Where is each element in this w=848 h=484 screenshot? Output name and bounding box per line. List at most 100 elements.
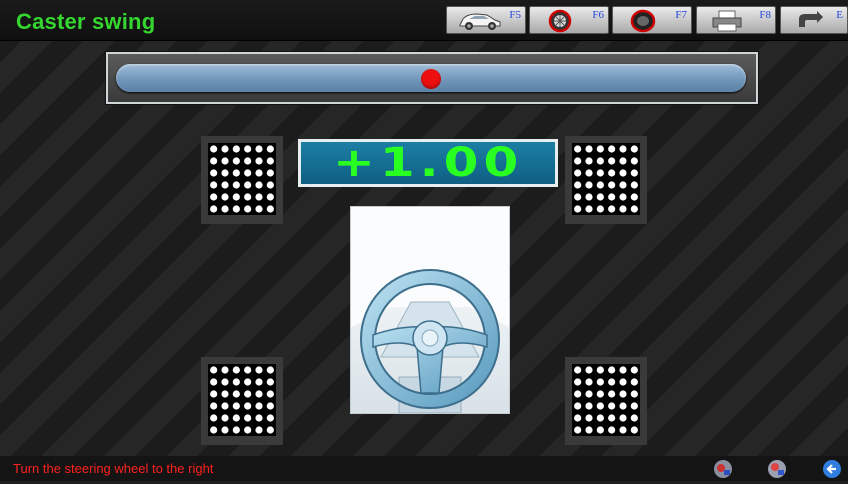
target-dot — [232, 402, 240, 410]
target-dot — [266, 366, 274, 374]
target-dot — [630, 181, 638, 189]
target-dot — [596, 414, 604, 422]
target-dot — [221, 402, 229, 410]
target-dot — [210, 414, 218, 422]
f6-button[interactable]: F6 — [529, 6, 609, 34]
target-dot — [585, 414, 593, 422]
target-dot — [266, 193, 274, 201]
target-dot — [619, 169, 627, 177]
wheel-settings-button[interactable] — [713, 459, 733, 479]
target-dot — [596, 205, 604, 213]
instruction-text: Turn the steering wheel to the right — [13, 461, 214, 476]
target-dot — [630, 205, 638, 213]
target-dot — [608, 366, 616, 374]
target-dot — [221, 414, 229, 422]
target-dot — [221, 390, 229, 398]
target-dot — [585, 145, 593, 153]
target-dot — [619, 366, 627, 374]
target-dot — [210, 157, 218, 165]
target-dot — [232, 145, 240, 153]
target-dot — [608, 402, 616, 410]
target-dot — [630, 366, 638, 374]
target-dot — [630, 145, 638, 153]
target-dot — [585, 390, 593, 398]
target-dot — [630, 402, 638, 410]
target-dot — [596, 426, 604, 434]
target-dot — [266, 169, 274, 177]
return-icon — [823, 460, 841, 478]
target-dot — [244, 426, 252, 434]
f8-button[interactable]: F8 — [696, 6, 776, 34]
target-dot — [596, 157, 604, 165]
workspace-background: Caster swing F5 F6 F7 F8 E +1.00 Turn th… — [0, 0, 848, 481]
return-button[interactable] — [822, 459, 842, 479]
target-dot — [266, 205, 274, 213]
target-dot — [244, 157, 252, 165]
target-dot — [255, 390, 263, 398]
target-dot — [210, 145, 218, 153]
target-dot — [619, 181, 627, 189]
target-dot — [221, 205, 229, 213]
f5-button[interactable]: F5 — [446, 6, 526, 34]
swing-indicator — [421, 69, 441, 89]
target-dot — [596, 366, 604, 374]
target-dot — [630, 169, 638, 177]
target-dot — [221, 193, 229, 201]
target-dot — [210, 402, 218, 410]
f7-button[interactable]: F7 — [612, 6, 692, 34]
target-dot — [585, 378, 593, 386]
target-dot — [619, 193, 627, 201]
target-dot — [630, 426, 638, 434]
target-dot — [630, 193, 638, 201]
target-dot — [608, 390, 616, 398]
target-dot — [232, 426, 240, 434]
target-dot — [574, 193, 582, 201]
target-dot — [255, 181, 263, 189]
target-dot — [210, 205, 218, 213]
target-dot — [244, 169, 252, 177]
target-dot — [266, 145, 274, 153]
wheel-settings-icon — [714, 460, 732, 478]
target-dot — [608, 157, 616, 165]
target-rear-left — [201, 357, 283, 445]
target-dot — [255, 157, 263, 165]
target-dot — [221, 145, 229, 153]
target-dot — [608, 205, 616, 213]
target-dot — [255, 402, 263, 410]
target-dot — [244, 402, 252, 410]
target-dot — [244, 193, 252, 201]
target-dot — [266, 402, 274, 410]
f7-label: F7 — [675, 9, 687, 21]
target-dot — [210, 169, 218, 177]
target-dot — [266, 390, 274, 398]
target-dot — [255, 366, 263, 374]
target-dot — [596, 181, 604, 189]
target-settings-button[interactable] — [767, 459, 787, 479]
target-dot — [574, 366, 582, 374]
f6-label: F6 — [592, 9, 604, 21]
target-dot — [574, 181, 582, 189]
target-dot — [596, 193, 604, 201]
target-dot — [630, 414, 638, 422]
f5-label: F5 — [509, 9, 521, 21]
target-dot — [266, 426, 274, 434]
target-dot — [585, 366, 593, 374]
page-title: Caster swing — [16, 9, 156, 34]
target-dot — [244, 205, 252, 213]
target-dot — [585, 426, 593, 434]
target-dot — [266, 414, 274, 422]
target-dot — [232, 378, 240, 386]
target-dot — [255, 426, 263, 434]
target-dot — [232, 193, 240, 201]
target-dot — [266, 181, 274, 189]
target-dot — [232, 414, 240, 422]
exit-button[interactable]: E — [780, 6, 848, 34]
target-dot — [585, 193, 593, 201]
target-dot — [596, 378, 604, 386]
target-dot — [619, 157, 627, 165]
target-dot — [255, 145, 263, 153]
target-dot — [619, 414, 627, 422]
target-dot — [232, 390, 240, 398]
target-front-right — [565, 136, 647, 224]
target-dot — [608, 426, 616, 434]
